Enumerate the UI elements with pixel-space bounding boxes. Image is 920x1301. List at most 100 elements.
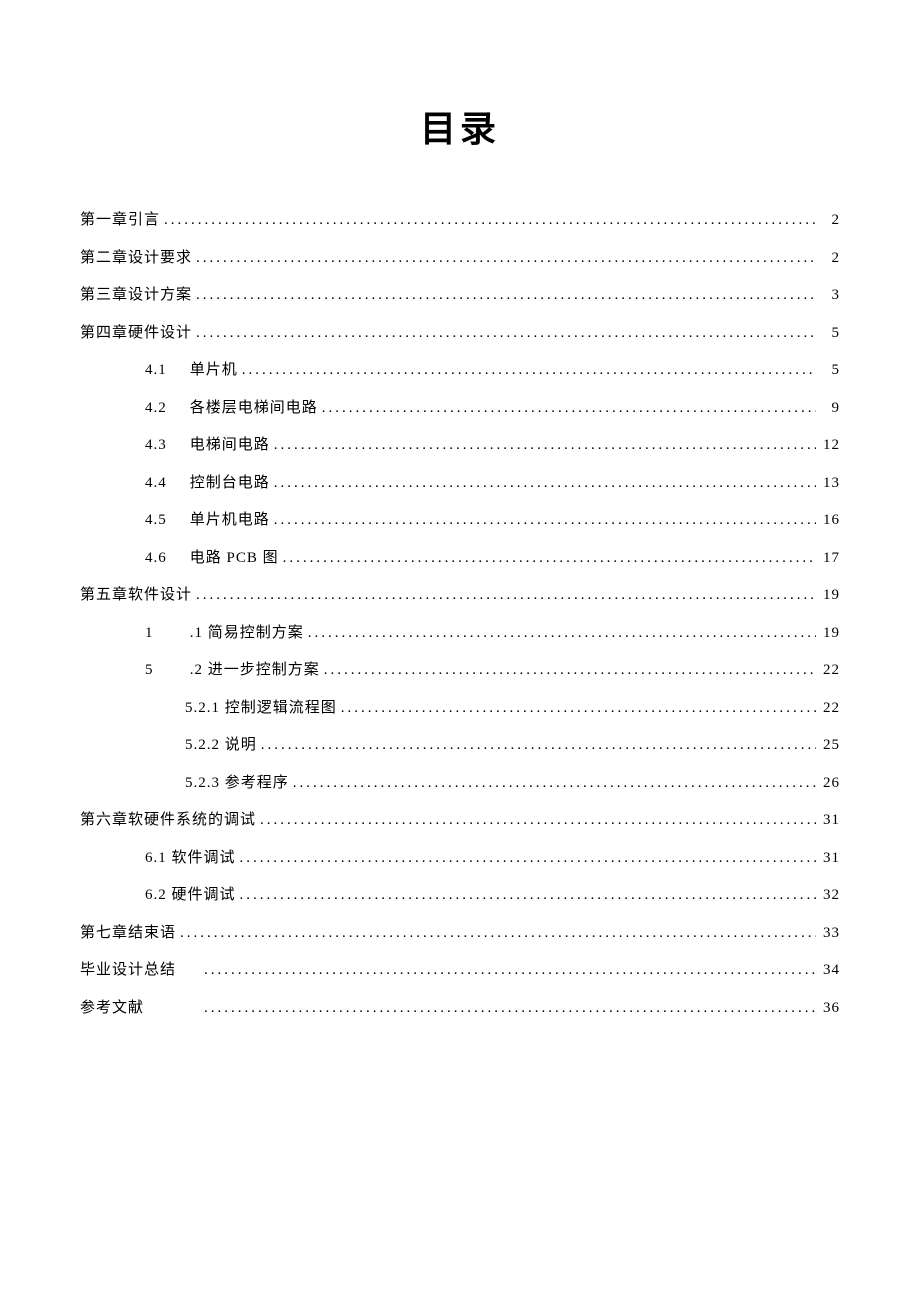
toc-entry-text: 单片机: [190, 362, 238, 378]
toc-entry-label: 5.2.3 参考程序: [185, 765, 289, 803]
toc-entry-page: 2: [820, 202, 840, 240]
toc-entry-page: 25: [820, 727, 840, 765]
toc-leader-dots: [164, 202, 816, 240]
toc-entry-text: 毕业设计总结: [80, 952, 200, 990]
toc-entry-page: 34: [820, 952, 840, 990]
toc-leader-dots: [261, 727, 816, 765]
toc-entry-page: 22: [820, 652, 840, 690]
toc-entry-label: 第六章软硬件系统的调试: [80, 802, 256, 840]
toc-entry-text: 5.2.3 参考程序: [185, 775, 289, 791]
toc-entry: 第一章引言 2: [80, 202, 840, 240]
toc-entry: 4.5 单片机电路 16: [80, 502, 840, 540]
toc-entry-label: 第一章引言: [80, 202, 160, 240]
toc-leader-dots: [308, 615, 816, 653]
toc-entry-page: 26: [820, 765, 840, 803]
toc-entry-label: 4.6 电路 PCB 图: [145, 540, 279, 578]
toc-leader-dots: [196, 577, 816, 615]
toc-entry-label: 4.4 控制台电路: [145, 465, 270, 503]
toc-entry: 第三章设计方案 3: [80, 277, 840, 315]
toc-entry: 参考文献 36: [80, 990, 840, 1028]
toc-entry-text: .1 简易控制方案: [190, 625, 304, 641]
toc-entry-number: 4.3: [145, 427, 185, 465]
toc-entry-label: 4.2 各楼层电梯间电路: [145, 390, 318, 428]
toc-entry: 4.2 各楼层电梯间电路 9: [80, 390, 840, 428]
toc-entry-text: 单片机电路: [190, 512, 270, 528]
toc-entry: 4.4 控制台电路 13: [80, 465, 840, 503]
toc-entry-page: 2: [820, 240, 840, 278]
toc-entry-page: 5: [820, 352, 840, 390]
toc-leader-dots: [242, 352, 816, 390]
toc-entry: 第六章软硬件系统的调试 31: [80, 802, 840, 840]
toc-entry-text: 电路 PCB 图: [190, 550, 279, 566]
toc-entry-label: 6.2 硬件调试: [145, 877, 236, 915]
toc-entry-page: 16: [820, 502, 840, 540]
toc-entry: 4.3 电梯间电路12: [80, 427, 840, 465]
toc-leader-dots: [274, 465, 816, 503]
toc-entry-page: 19: [820, 615, 840, 653]
toc-entry-number: 5: [145, 652, 185, 690]
toc-leader-dots: [180, 915, 816, 953]
toc-entry-number: 4.2: [145, 390, 185, 428]
toc-entry-page: 33: [820, 915, 840, 953]
toc-entry-page: 32: [820, 877, 840, 915]
toc-entry-text: 6.1 软件调试: [145, 850, 236, 866]
toc-entry-number: 4.5: [145, 502, 185, 540]
toc-entry-label: 第三章设计方案: [80, 277, 192, 315]
toc-entry-text: 第五章软件设计: [80, 587, 192, 603]
toc-leader-dots: [341, 690, 816, 728]
toc-entry-label: 4.1 单片机: [145, 352, 238, 390]
toc-entry: 第七章结束语 33: [80, 915, 840, 953]
toc-entry-label: 1 .1 简易控制方案: [145, 615, 304, 653]
toc-entry: 4.1 单片机 5: [80, 352, 840, 390]
toc-leader-dots: [260, 802, 816, 840]
toc-entry-text: 5.2.1 控制逻辑流程图: [185, 700, 337, 716]
toc-entry-page: 17: [820, 540, 840, 578]
toc-entry-page: 3: [820, 277, 840, 315]
toc-entry-number: 4.1: [145, 352, 185, 390]
toc-leader-dots: [196, 240, 816, 278]
toc-entry-label: 4.5 单片机电路: [145, 502, 270, 540]
toc-entry-text: .2 进一步控制方案: [190, 662, 320, 678]
toc-entry: 第五章软件设计19: [80, 577, 840, 615]
table-of-contents: 第一章引言2第二章设计要求2第三章设计方案3第四章硬件设计54.1 单片机54.…: [80, 202, 840, 1027]
toc-entry: 5 .2 进一步控制方案 22: [80, 652, 840, 690]
toc-entry-page: 31: [820, 802, 840, 840]
toc-entry: 第二章设计要求 2: [80, 240, 840, 278]
toc-leader-dots: [240, 840, 816, 878]
toc-entry-page: 31: [820, 840, 840, 878]
toc-entry-text: 第二章设计要求: [80, 250, 192, 266]
toc-entry-text: 第七章结束语: [80, 925, 176, 941]
toc-entry-text: 参考文献: [80, 990, 200, 1028]
toc-entry-text: 5.2.2 说明: [185, 737, 257, 753]
toc-entry-page: 12: [820, 427, 840, 465]
toc-leader-dots: [324, 652, 816, 690]
toc-entry: 1 .1 简易控制方案 19: [80, 615, 840, 653]
toc-entry-page: 22: [820, 690, 840, 728]
toc-entry-text: 第一章引言: [80, 212, 160, 228]
toc-entry-label: 5.2.2 说明: [185, 727, 257, 765]
toc-entry-page: 9: [820, 390, 840, 428]
toc-entry-number: 4.6: [145, 540, 185, 578]
toc-entry-label: 5 .2 进一步控制方案: [145, 652, 320, 690]
toc-leader-dots: [204, 952, 816, 990]
toc-entry-label: 第四章硬件设计: [80, 315, 192, 353]
toc-leader-dots: [196, 315, 816, 353]
toc-leader-dots: [196, 277, 816, 315]
toc-entry-label: 6.1 软件调试: [145, 840, 236, 878]
toc-entry: 5.2.2 说明 25: [80, 727, 840, 765]
toc-entry-label: 参考文献: [80, 990, 200, 1028]
toc-entry-page: 36: [820, 990, 840, 1028]
toc-entry-page: 5: [820, 315, 840, 353]
toc-entry: 第四章硬件设计 5: [80, 315, 840, 353]
toc-entry: 5.2.3 参考程序 26: [80, 765, 840, 803]
toc-entry-text: 各楼层电梯间电路: [190, 400, 318, 416]
toc-leader-dots: [283, 540, 816, 578]
toc-leader-dots: [240, 877, 816, 915]
toc-entry-text: 第六章软硬件系统的调试: [80, 812, 256, 828]
toc-entry-number: 4.4: [145, 465, 185, 503]
toc-entry-page: 13: [820, 465, 840, 503]
toc-entry: 4.6 电路 PCB 图 17: [80, 540, 840, 578]
toc-entry-number: 1: [145, 615, 185, 653]
toc-entry-text: 控制台电路: [190, 475, 270, 491]
toc-entry-text: 6.2 硬件调试: [145, 887, 236, 903]
